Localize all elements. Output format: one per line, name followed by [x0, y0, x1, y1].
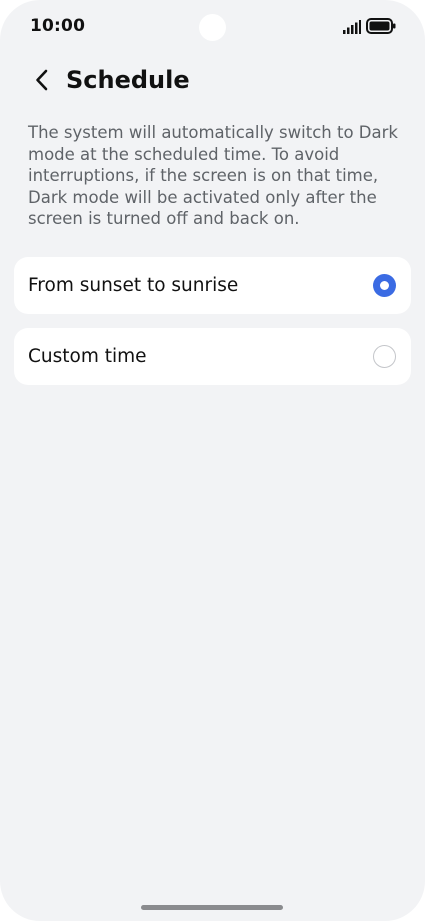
- status-time: 10:00: [30, 16, 86, 36]
- camera-cutout: [199, 14, 226, 41]
- radio-button-selected[interactable]: [373, 274, 396, 297]
- battery-icon: [366, 18, 396, 34]
- option-label: From sunset to sunrise: [28, 275, 239, 296]
- back-button[interactable]: [26, 64, 58, 96]
- home-indicator[interactable]: [141, 905, 283, 910]
- description-text: The system will automatically switch to …: [28, 123, 398, 228]
- header: Schedule: [0, 58, 425, 102]
- option-custom-time[interactable]: Custom time: [14, 328, 411, 385]
- page-title: Schedule: [66, 66, 190, 94]
- signal-icon: [343, 20, 361, 34]
- chevron-left-icon: [36, 69, 48, 91]
- option-sunset-to-sunrise[interactable]: From sunset to sunrise: [14, 257, 411, 314]
- phone-screen: 10:00 Schedule The system will automatic…: [0, 0, 425, 921]
- radio-button-unselected[interactable]: [373, 345, 396, 368]
- status-bar: 10:00: [0, 0, 425, 54]
- option-label: Custom time: [28, 346, 147, 367]
